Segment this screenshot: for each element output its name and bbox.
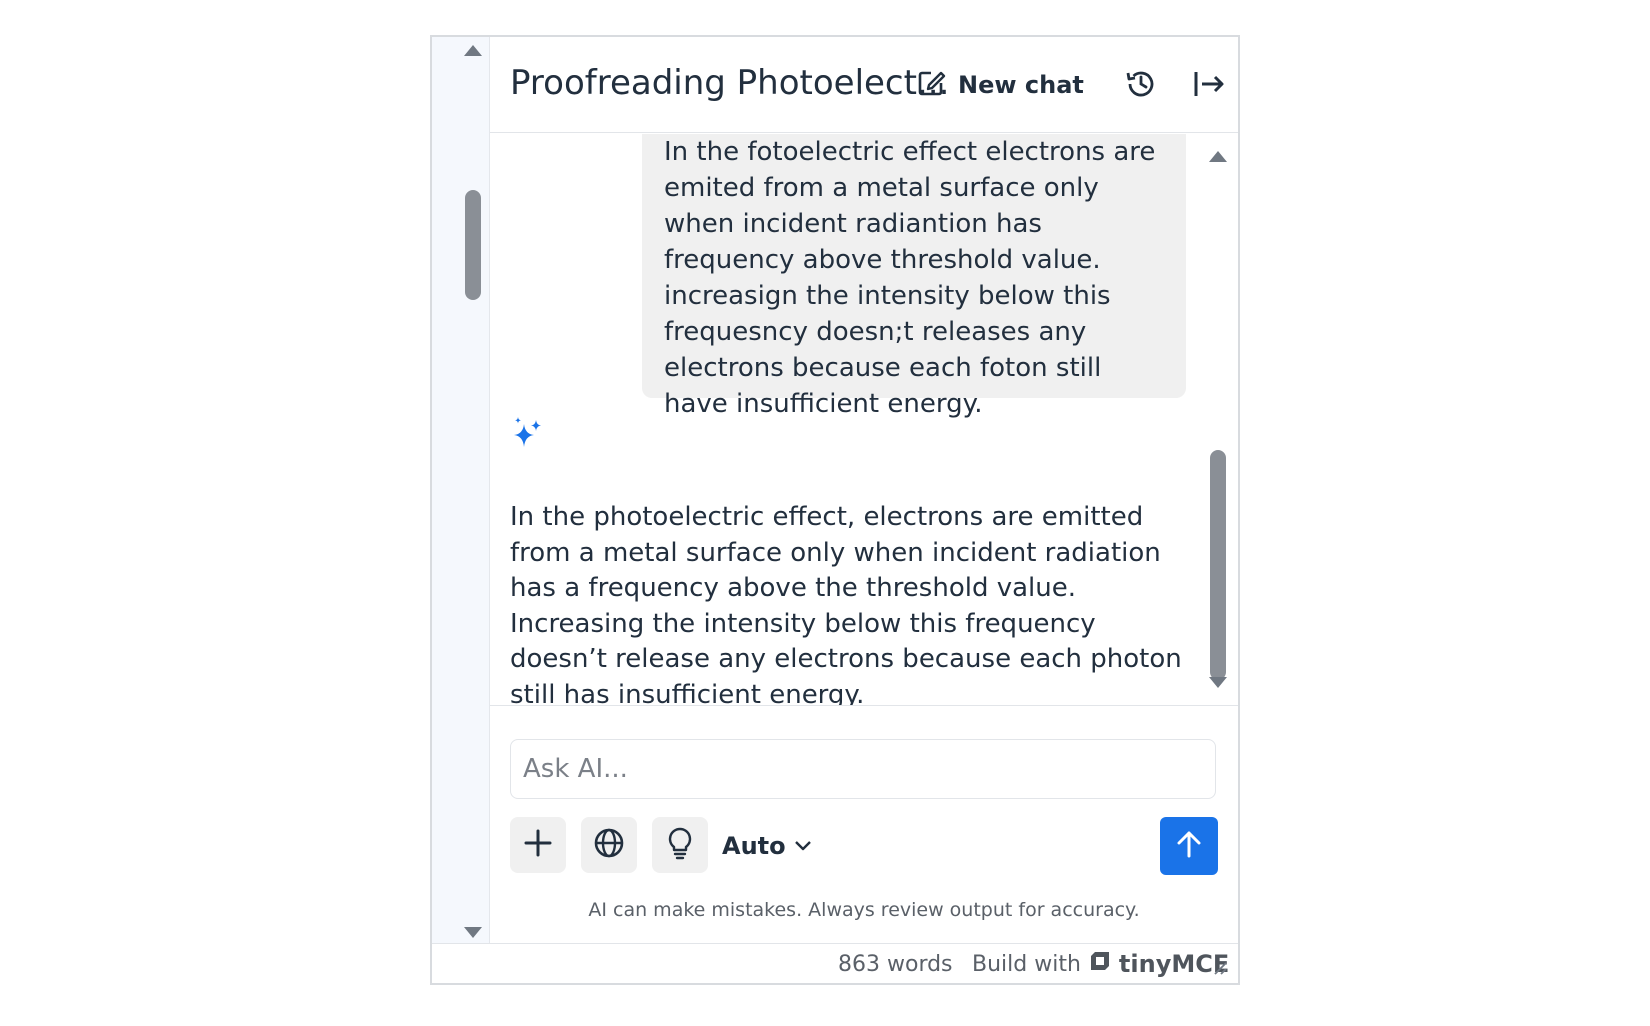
ai-message-text: In the photoelectric effect, electrons a… xyxy=(510,502,1182,706)
add-attachment-button[interactable] xyxy=(510,817,566,873)
send-button[interactable] xyxy=(1160,817,1218,875)
resize-handle-icon[interactable] xyxy=(1212,960,1228,980)
messages-scroll-down-arrow[interactable] xyxy=(1209,677,1227,688)
user-message-text: In the fotoelectric effect electrons are… xyxy=(664,137,1156,419)
tinymce-logo-icon xyxy=(1089,950,1111,978)
chevron-down-icon xyxy=(794,837,812,856)
web-search-button[interactable] xyxy=(581,817,637,873)
ai-disclaimer: AI can make mistakes. Always review outp… xyxy=(588,899,1140,921)
build-with-label: Build with xyxy=(972,951,1081,977)
new-chat-button[interactable]: New chat xyxy=(916,65,1084,105)
branding-link[interactable]: Build with tinyMCE xyxy=(972,950,1229,978)
editor-frame: Proofreading Photoelect... New chat In t… xyxy=(430,35,1240,985)
plus-icon xyxy=(523,828,553,862)
messages-scroll-up-arrow[interactable] xyxy=(1209,151,1227,162)
edit-square-icon xyxy=(916,68,946,102)
messages-scrollbar-thumb[interactable] xyxy=(1210,450,1226,680)
chat-title: Proofreading Photoelect... xyxy=(510,63,950,103)
ai-chat-panel: Proofreading Photoelect... New chat In t… xyxy=(490,37,1238,943)
editor-scrollbar-thumb[interactable] xyxy=(465,190,481,300)
chat-composer: Auto AI can make mistakes. Always review… xyxy=(490,707,1238,943)
user-message-bubble: In the fotoelectric effect electrons are… xyxy=(642,134,1186,419)
editor-status-bar: 863 words Build with tinyMCE xyxy=(432,943,1238,983)
ask-ai-input[interactable] xyxy=(510,739,1216,799)
history-icon xyxy=(1123,66,1159,106)
lightbulb-icon xyxy=(665,826,695,864)
chat-header: Proofreading Photoelect... New chat xyxy=(490,37,1238,133)
reasoning-button[interactable] xyxy=(652,817,708,873)
editor-scroll-up-arrow[interactable] xyxy=(464,45,482,56)
sparkles-icon xyxy=(510,416,544,454)
word-count[interactable]: 863 words xyxy=(838,952,953,977)
chat-messages: In the fotoelectric effect electrons are… xyxy=(490,134,1238,706)
editor-scroll-down-arrow[interactable] xyxy=(464,927,482,938)
arrow-up-icon xyxy=(1173,828,1205,864)
history-button[interactable] xyxy=(1120,65,1162,107)
editor-scroll-gutter xyxy=(432,37,490,943)
globe-icon xyxy=(593,827,625,863)
model-select-label: Auto xyxy=(722,832,786,860)
collapse-panel-icon xyxy=(1191,66,1227,106)
new-chat-label: New chat xyxy=(958,71,1084,99)
model-select[interactable]: Auto xyxy=(722,829,812,863)
close-panel-button[interactable] xyxy=(1188,65,1230,107)
